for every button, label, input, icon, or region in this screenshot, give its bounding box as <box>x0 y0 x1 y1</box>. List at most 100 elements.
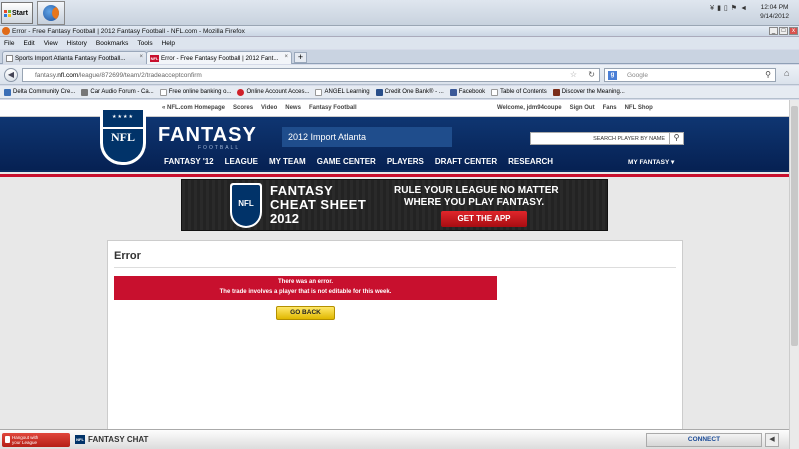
windows-logo-icon <box>4 9 11 17</box>
vertical-scrollbar[interactable] <box>789 100 799 449</box>
bookmark-item[interactable]: ANGEL Learning <box>315 88 370 96</box>
google-icon[interactable]: g <box>608 71 617 80</box>
window-controls: _ □ x <box>769 27 798 35</box>
connect-button[interactable]: CONNECT <box>646 433 762 447</box>
bookmark-item[interactable]: Delta Community Cre... <box>4 88 75 96</box>
link-sign-out[interactable]: Sign Out <box>570 105 595 111</box>
nav-fantasy-12[interactable]: FANTASY '12 <box>164 157 214 166</box>
error-line2: The trade involves a player that is not … <box>219 289 392 295</box>
bookmark-item[interactable]: Facebook <box>449 88 485 96</box>
player-search-input[interactable]: SEARCH PLAYER BY NAME ⚲ <box>530 132 684 145</box>
nav-league[interactable]: LEAGUE <box>225 157 258 166</box>
tab-error[interactable]: NFL Error - Free Fantasy Football | 2012… <box>146 51 292 64</box>
menu-view[interactable]: View <box>44 40 58 47</box>
nav-game-center[interactable]: GAME CENTER <box>317 157 376 166</box>
bookmark-item[interactable]: Car Audio Forum - Ca... <box>81 88 154 96</box>
menu-file[interactable]: File <box>4 40 14 47</box>
bookmark-icon <box>491 88 499 96</box>
divider <box>114 267 676 268</box>
fantasy-chat-label[interactable]: FANTASY CHAT <box>88 435 148 444</box>
expand-tray-icon[interactable]: ¥ <box>710 5 714 12</box>
tab-bar: Sports Import Atlanta Fantasy Football..… <box>0 50 799 64</box>
bookmark-item[interactable]: Table of Contents <box>491 88 547 96</box>
url-prefix: fantasy. <box>35 71 58 79</box>
nav-my-team[interactable]: MY TEAM <box>269 157 306 166</box>
scrollbar-thumb[interactable] <box>791 106 798 346</box>
system-tray: ¥ ▮ ▯ ⚑ ◄ <box>710 4 747 13</box>
link-fans[interactable]: Fans <box>603 105 617 111</box>
close-tab-icon[interactable]: × <box>284 54 288 60</box>
reload-icon[interactable]: ↻ <box>588 70 595 79</box>
nfl-logo-text: NFL <box>111 130 135 144</box>
main-nav: FANTASY '12 LEAGUE MY TEAM GAME CENTER P… <box>164 157 553 166</box>
firefox-taskbar-button[interactable] <box>37 1 65 25</box>
link-nfl-shop[interactable]: NFL Shop <box>625 105 653 111</box>
bookmark-icon <box>315 88 323 96</box>
nav-players[interactable]: PLAYERS <box>387 157 424 166</box>
taskbar-clock[interactable]: 12:04 PM 9/14/2012 <box>760 3 789 21</box>
link-video[interactable]: Video <box>261 105 277 111</box>
start-button[interactable]: Start <box>1 2 33 24</box>
minimize-button[interactable]: _ <box>769 27 778 35</box>
close-button[interactable]: x <box>789 27 798 35</box>
nav-research[interactable]: RESEARCH <box>508 157 553 166</box>
cheat-sheet-ad-banner[interactable]: NFL FANTASY CHEAT SHEET 2012 RULE YOUR L… <box>181 179 608 231</box>
menu-help[interactable]: Help <box>162 40 175 47</box>
banner-tagline1: RULE YOUR LEAGUE NO MATTER <box>394 185 559 196</box>
banner-line2: CHEAT SHEET <box>270 197 367 212</box>
link-news[interactable]: News <box>285 105 301 111</box>
nfl-favicon-icon: NFL <box>150 54 159 62</box>
window-title: Error - Free Fantasy Football | 2012 Fan… <box>12 27 245 35</box>
nfl-shield-logo[interactable]: ★★★★ NFL <box>100 107 146 165</box>
error-panel: Error There was an error. The trade invo… <box>107 240 683 429</box>
maximize-button[interactable]: □ <box>779 27 788 35</box>
collapse-arrow-icon[interactable]: ◀ <box>765 433 779 447</box>
tab-sports-import[interactable]: Sports Import Atlanta Fantasy Football..… <box>2 51 147 64</box>
bookmark-item[interactable]: Free online banking o... <box>159 88 231 96</box>
fantasy-brand[interactable]: FANTASY <box>158 124 257 147</box>
player-search-placeholder: SEARCH PLAYER BY NAME <box>593 136 665 142</box>
bookmark-icon <box>237 88 245 96</box>
battery-icon[interactable]: ▯ <box>724 4 728 12</box>
flag-icon[interactable]: ⚑ <box>731 4 737 12</box>
search-icon[interactable]: ⚲ <box>765 70 771 79</box>
link-scores[interactable]: Scores <box>233 105 253 111</box>
banner-tagline2: WHERE YOU PLAY FANTASY. <box>404 197 545 208</box>
menu-edit[interactable]: Edit <box>23 40 34 47</box>
league-name[interactable]: 2012 Import Atlanta <box>282 127 452 147</box>
bookmark-star-icon[interactable]: ☆ <box>570 70 577 79</box>
search-icon[interactable]: ⚲ <box>669 133 683 144</box>
fantasy-chat-bar: Hangout with your League NFL FANTASY CHA… <box>0 429 789 449</box>
page-icon <box>6 54 13 62</box>
bookmark-item[interactable]: Online Account Acces... <box>237 88 309 96</box>
hangout-line2: your League <box>12 440 38 445</box>
get-the-app-button[interactable]: GET THE APP <box>441 211 527 227</box>
link-nfl-homepage[interactable]: « NFL.com Homepage <box>162 105 225 111</box>
bookmarks-bar: Delta Community Cre... Car Audio Forum -… <box>0 86 799 99</box>
menu-bookmarks[interactable]: Bookmarks <box>96 40 129 47</box>
football-brand-sub: FOOTBALL <box>198 145 241 151</box>
bookmark-item[interactable]: Credit One Bank® - ... <box>375 88 444 96</box>
volume-icon[interactable]: ◄ <box>740 5 747 12</box>
url-domain: nfl.com <box>57 71 79 79</box>
hangout-button[interactable]: Hangout with your League <box>2 433 70 447</box>
bookmark-icon <box>552 88 560 96</box>
url-bar[interactable]: fantasy. nfl.com /league/872699/team/2/t… <box>22 68 600 82</box>
bookmark-item[interactable]: Discover the Meaning... <box>552 88 625 96</box>
my-fantasy-dropdown[interactable]: MY FANTASY ▾ <box>628 158 674 166</box>
error-line1: There was an error. <box>277 279 334 285</box>
link-fantasy-football[interactable]: Fantasy Football <box>309 105 357 111</box>
search-bar[interactable]: g Google ⚲ <box>604 68 776 82</box>
home-icon[interactable]: ⌂ <box>784 68 789 78</box>
bookmark-icon <box>159 88 167 96</box>
new-tab-button[interactable]: + <box>294 52 307 63</box>
menu-tools[interactable]: Tools <box>137 40 152 47</box>
menu-history[interactable]: History <box>67 40 87 47</box>
header-divider <box>0 174 789 177</box>
network-icon[interactable]: ▮ <box>717 4 721 12</box>
nav-draft-center[interactable]: DRAFT CENTER <box>435 157 497 166</box>
go-back-button[interactable]: GO BACK <box>276 306 335 320</box>
back-button[interactable]: ◀ <box>4 68 18 82</box>
search-placeholder: Google <box>627 71 648 79</box>
close-tab-icon[interactable]: × <box>139 54 143 60</box>
